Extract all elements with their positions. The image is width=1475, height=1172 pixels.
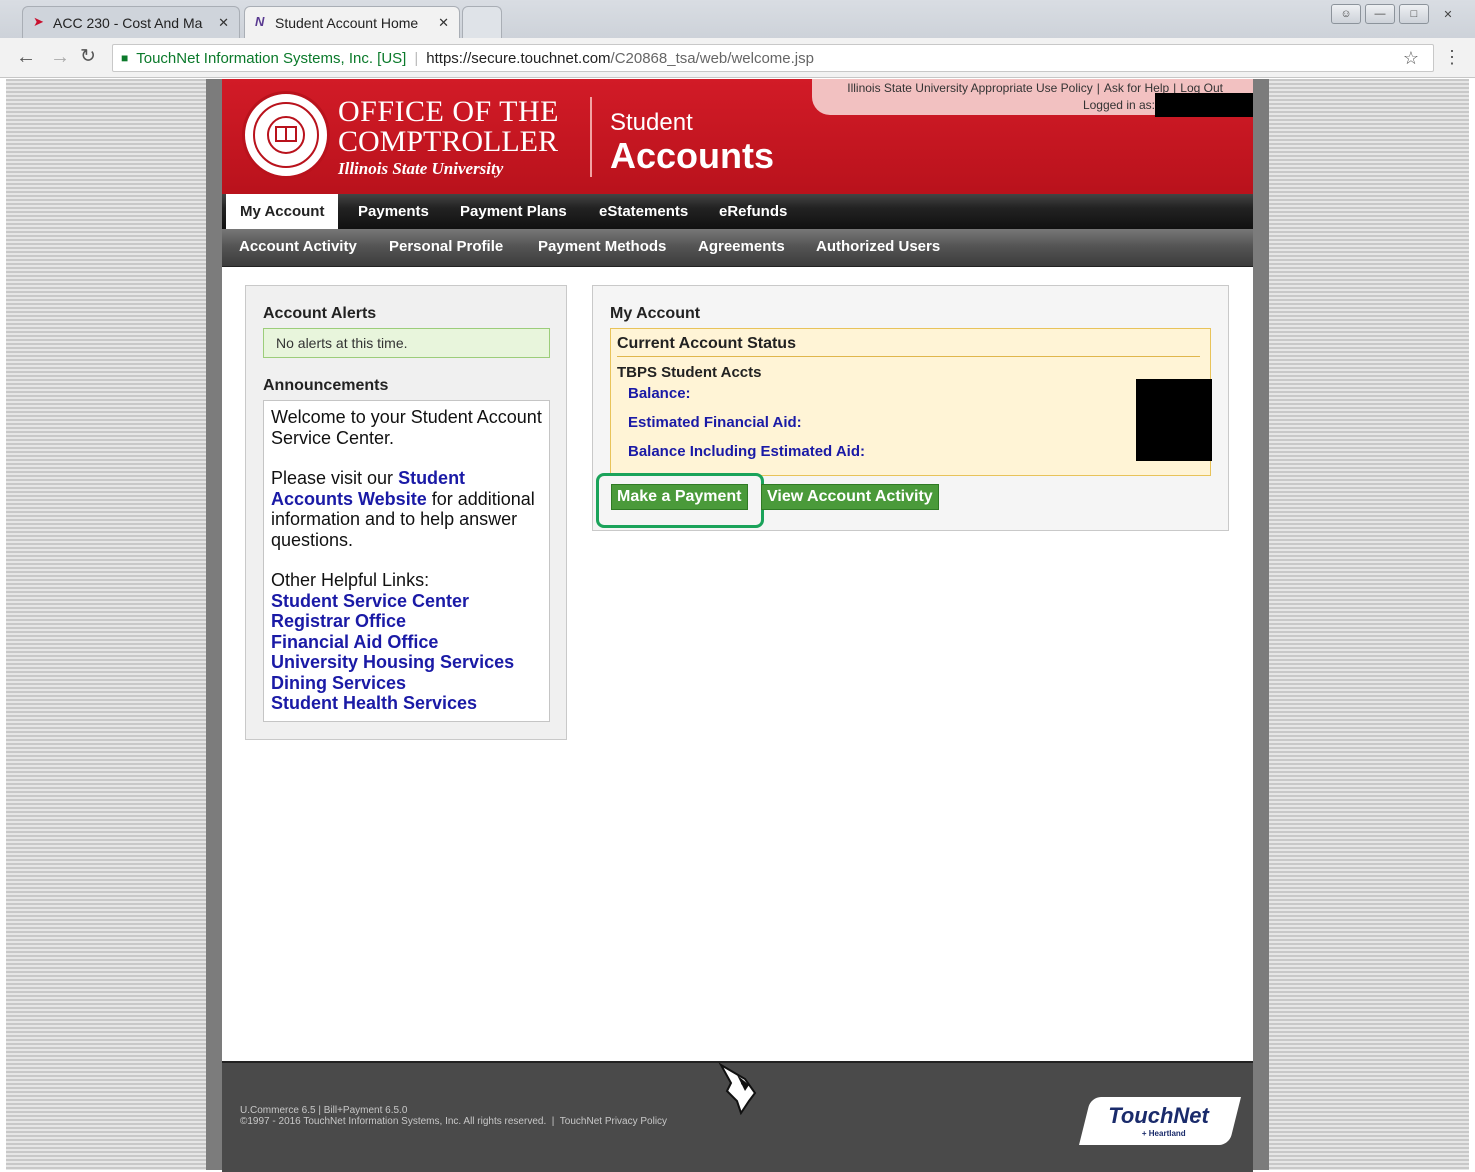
use-policy-link[interactable]: Illinois State University Appropriate Us… (847, 81, 1092, 95)
url-host: https://secure.touchnet.com (426, 49, 611, 67)
university-name: Illinois State University (338, 159, 504, 178)
link-financial-aid-office[interactable]: Financial Aid Office (271, 632, 542, 653)
helpful-links-heading: Other Helpful Links: (271, 570, 430, 590)
link-student-health[interactable]: Student Health Services (271, 693, 542, 714)
tab-payments[interactable]: Payments (358, 203, 429, 220)
link-registrar-office[interactable]: Registrar Office (271, 611, 542, 632)
logged-in-label: Logged in as: (1082, 98, 1155, 112)
bookmark-star-icon[interactable]: ☆ (1403, 48, 1419, 69)
tab-payment-plans[interactable]: Payment Plans (460, 203, 567, 220)
site-footer: U.Commerce 6.5 | Bill+Payment 6.5.0 ©199… (222, 1061, 1253, 1172)
privacy-policy-link[interactable]: TouchNet Privacy Policy (560, 1116, 667, 1127)
url-path: /C20868_tsa/web/welcome.jsp (610, 49, 814, 67)
announcements-heading: Announcements (263, 377, 389, 394)
tab-label: ACC 230 - Cost And Man (53, 14, 203, 31)
link-university-housing[interactable]: University Housing Services (271, 652, 542, 673)
primary-nav: My Account Payments Payment Plans eState… (222, 194, 1253, 229)
my-account-panel: My Account Current Account Status TBPS S… (592, 285, 1229, 531)
window-controls: ☺ — □ ✕ (1331, 4, 1463, 24)
section-title-large: Accounts (610, 135, 775, 176)
touchnet-icon: N (255, 14, 265, 29)
subtab-personal-profile[interactable]: Personal Profile (389, 238, 503, 255)
left-shadow (206, 79, 222, 1170)
page-sheet: OFFICE OF THE COMPTROLLER Illinois State… (222, 79, 1253, 1172)
cardinal-icon: ➤ (33, 14, 44, 29)
visit-prefix: Please visit our (271, 468, 399, 488)
alert-message: No alerts at this time. (263, 328, 550, 358)
footer-version: U.Commerce 6.5 | Bill+Payment 6.5.0 (240, 1105, 408, 1116)
account-status-box: Current Account Status TBPS Student Acct… (610, 328, 1212, 476)
page-viewport: OFFICE OF THE COMPTROLLER Illinois State… (6, 79, 1469, 1172)
address-bar: ← → ↻ ■ TouchNet Information Systems, In… (0, 38, 1475, 78)
right-shadow (1253, 79, 1269, 1170)
office-title-line2: COMPTROLLER (338, 125, 559, 158)
new-tab-button[interactable] (462, 6, 502, 38)
status-heading: Current Account Status (617, 335, 796, 352)
header-divider (590, 97, 592, 177)
redacted-amounts (1136, 379, 1212, 461)
balance-label: Balance: (628, 385, 691, 402)
tab-estatements[interactable]: eStatements (599, 203, 688, 220)
tab-acc230[interactable]: ➤ ACC 230 - Cost And Man ✕ (22, 6, 240, 38)
helpful-links-list: Student Service Center Registrar Office … (271, 591, 542, 714)
forward-icon[interactable]: → (50, 47, 70, 67)
subtab-agreements[interactable]: Agreements (698, 238, 785, 255)
view-account-activity-button[interactable]: View Account Activity (761, 484, 939, 510)
browser-menu-icon[interactable]: ⋮ (1443, 47, 1461, 68)
tab-erefunds[interactable]: eRefunds (719, 203, 787, 220)
my-account-heading: My Account (610, 305, 701, 322)
subtab-payment-methods[interactable]: Payment Methods (538, 238, 666, 255)
close-tab-icon[interactable]: ✕ (438, 15, 449, 31)
university-seal-logo[interactable] (242, 91, 330, 179)
browser-tab-strip: ➤ ACC 230 - Cost And Man ✕ N Student Acc… (0, 0, 1475, 38)
subtab-account-activity[interactable]: Account Activity (239, 238, 357, 255)
office-title-line1: OFFICE OF THE (338, 95, 559, 128)
announcements-box: Welcome to your Student Account Service … (263, 400, 550, 722)
account-name: TBPS Student Accts (617, 364, 762, 381)
section-title-small: Student (610, 109, 693, 136)
reload-icon[interactable]: ↻ (80, 47, 96, 67)
est-aid-label: Estimated Financial Aid: (628, 414, 802, 431)
lock-icon: ■ (121, 51, 129, 65)
balance-incl-aid-label: Balance Including Estimated Aid: (628, 443, 865, 460)
utility-bar: Illinois State University Appropriate Us… (812, 79, 1253, 117)
user-icon[interactable]: ☺ (1331, 4, 1361, 24)
redacted-username (1155, 93, 1253, 117)
tab-my-account[interactable]: My Account (226, 194, 339, 229)
footer-legal: U.Commerce 6.5 | Bill+Payment 6.5.0 ©199… (240, 1105, 667, 1127)
left-panel: Account Alerts No alerts at this time. A… (245, 285, 567, 740)
seal-inner (253, 102, 319, 168)
redbird-mascot-logo (718, 1062, 757, 1115)
minimize-icon[interactable]: — (1365, 4, 1395, 24)
visit-text: Please visit our Student Accounts Websit… (271, 468, 542, 550)
alerts-heading: Account Alerts (263, 305, 377, 322)
close-window-icon[interactable]: ✕ (1433, 4, 1463, 24)
subtab-authorized-users[interactable]: Authorized Users (816, 238, 940, 255)
url-field[interactable]: ■ TouchNet Information Systems, Inc. [US… (112, 44, 1434, 72)
maximize-icon[interactable]: □ (1399, 4, 1429, 24)
back-icon[interactable]: ← (16, 47, 36, 67)
link-dining-services[interactable]: Dining Services (271, 673, 542, 694)
heartland-logo-text: + Heartland (1141, 1129, 1186, 1138)
status-rule (617, 356, 1200, 357)
footer-copyright: ©1997 - 2016 TouchNet Information System… (240, 1116, 547, 1127)
site-header: OFFICE OF THE COMPTROLLER Illinois State… (222, 79, 1253, 194)
touchnet-logo: TouchNet + Heartland (1079, 1097, 1241, 1145)
make-payment-button[interactable]: Make a Payment (611, 484, 748, 510)
tab-label: Student Account Home (275, 14, 419, 31)
close-tab-icon[interactable]: ✕ (218, 15, 229, 31)
site-org: TouchNet Information Systems, Inc. [US] (136, 49, 407, 67)
touchnet-logo-text: TouchNet (1108, 1103, 1209, 1128)
seal-emblem (267, 116, 305, 154)
link-student-service-center[interactable]: Student Service Center (271, 591, 542, 612)
tab-student-account-home[interactable]: N Student Account Home ✕ (244, 6, 460, 38)
secondary-nav: Account Activity Personal Profile Paymen… (222, 229, 1253, 267)
footer-sep: | (551, 1116, 555, 1127)
footer-copyright-line: ©1997 - 2016 TouchNet Information System… (240, 1116, 667, 1127)
welcome-text: Welcome to your Student Account Service … (271, 407, 542, 448)
